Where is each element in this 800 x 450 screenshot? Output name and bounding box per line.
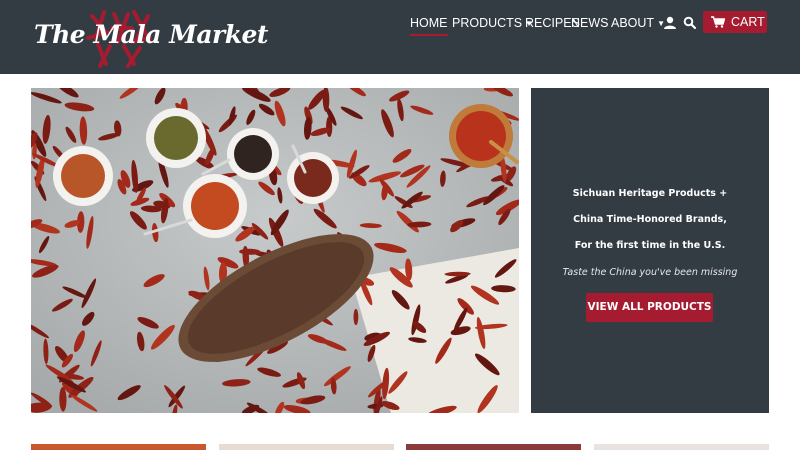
nav-about-label: ABOUT [611,16,655,30]
nav-products[interactable]: PRODUCTS ▼ [452,15,533,35]
cart-label: CART [731,15,765,29]
product-thumbnail[interactable] [31,444,206,450]
promo-tagline: Taste the China you've been missing [562,267,738,278]
product-thumbnail[interactable] [406,444,581,450]
user-icon [664,16,676,29]
cart-button[interactable]: CART [703,11,767,33]
product-thumbnail[interactable] [594,444,769,450]
search-button[interactable] [683,15,697,31]
product-thumbnail[interactable] [219,444,394,450]
hero-spices-photo [31,88,519,413]
site-logo[interactable]: The Mala Market [34,8,268,68]
account-button[interactable] [663,15,677,31]
view-all-products-button[interactable]: VIEW ALL PRODUCTS [586,293,713,322]
nav-home[interactable]: HOME [410,15,448,36]
logo-wordmark: The Mala Market [34,20,268,49]
site-header: The Mala Market HOME PRODUCTS ▼ RECIPES N… [0,0,800,74]
nav-news[interactable]: NEWS [571,15,609,35]
search-icon [683,16,697,30]
promo-heading-line-3: For the first time in the U.S. [574,240,726,251]
promo-heading-line-2: China Time-Honored Brands, [573,214,727,225]
nav-about[interactable]: ABOUT ▼ [611,15,665,35]
promo-heading-line-1: Sichuan Heritage Products + [572,188,728,199]
hero-image [31,88,519,413]
nav-products-label: PRODUCTS [452,16,523,30]
chili-shape [353,308,359,326]
cart-icon [711,16,725,28]
promo-panel: Sichuan Heritage Products + China Time-H… [531,88,769,413]
